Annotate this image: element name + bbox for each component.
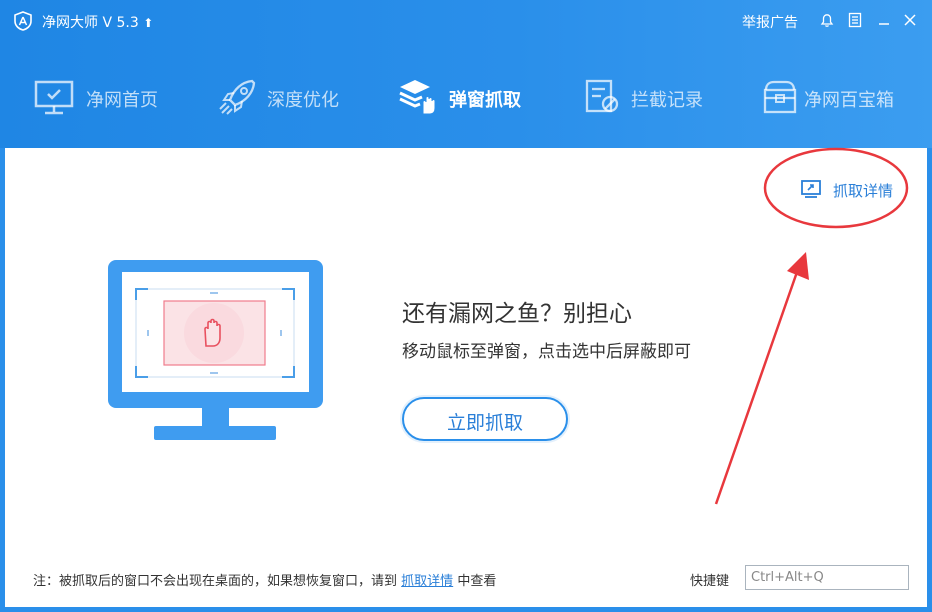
- minimize-icon[interactable]: [876, 12, 892, 28]
- nav-item-block-records[interactable]: 拦截记录: [584, 70, 714, 126]
- hotkey-label: 快捷键: [690, 574, 730, 589]
- header-bar: 净网大师 V 5.3 ⬆ 举报广告 净网首页 深度优化 弹窗抓取 拦截记录 净网…: [0, 0, 932, 148]
- window-frame-right: [927, 148, 932, 612]
- footer-note: 注：被抓取后的窗口不会出现在桌面的，如果想恢复窗口，请到 抓取详情 中查看: [33, 574, 497, 589]
- menu-icon[interactable]: [847, 12, 863, 28]
- nav-item-toolbox[interactable]: 净网百宝箱: [762, 70, 912, 126]
- capture-now-button[interactable]: 立即抓取: [402, 397, 568, 441]
- external-window-icon: [801, 180, 821, 198]
- bell-icon[interactable]: [819, 12, 835, 28]
- nav-item-home[interactable]: 净网首页: [34, 70, 164, 126]
- toolbox-icon: [763, 80, 797, 114]
- nav-item-optimize[interactable]: 深度优化: [218, 70, 348, 126]
- window-frame-bottom: [0, 607, 932, 612]
- blocked-list-icon: [585, 79, 619, 113]
- upgrade-arrow-icon[interactable]: ⬆: [143, 16, 153, 30]
- rocket-icon: [219, 79, 256, 115]
- monitor-check-icon: [34, 80, 74, 115]
- report-ad-link[interactable]: 举报广告: [742, 12, 798, 32]
- headline: 还有漏网之鱼？别担心: [402, 301, 632, 327]
- nav-item-popup-capture[interactable]: 弹窗抓取: [398, 70, 538, 126]
- hotkey-input[interactable]: Ctrl+Alt+Q: [745, 565, 909, 590]
- instruction-text: 移动鼠标至弹窗，点击选中后屏蔽即可: [402, 342, 691, 362]
- main-nav: 净网首页 深度优化 弹窗抓取 拦截记录 净网百宝箱: [0, 70, 932, 126]
- monitor-capture-illustration: [108, 260, 323, 440]
- close-icon[interactable]: [902, 12, 918, 28]
- app-shield-logo-icon: [14, 11, 32, 31]
- layers-hand-icon: [399, 80, 436, 115]
- footer-capture-details-link[interactable]: 抓取详情: [401, 574, 453, 589]
- title-bar: 净网大师 V 5.3 ⬆ 举报广告: [0, 0, 932, 44]
- app-title: 净网大师 V 5.3 ⬆: [42, 15, 154, 31]
